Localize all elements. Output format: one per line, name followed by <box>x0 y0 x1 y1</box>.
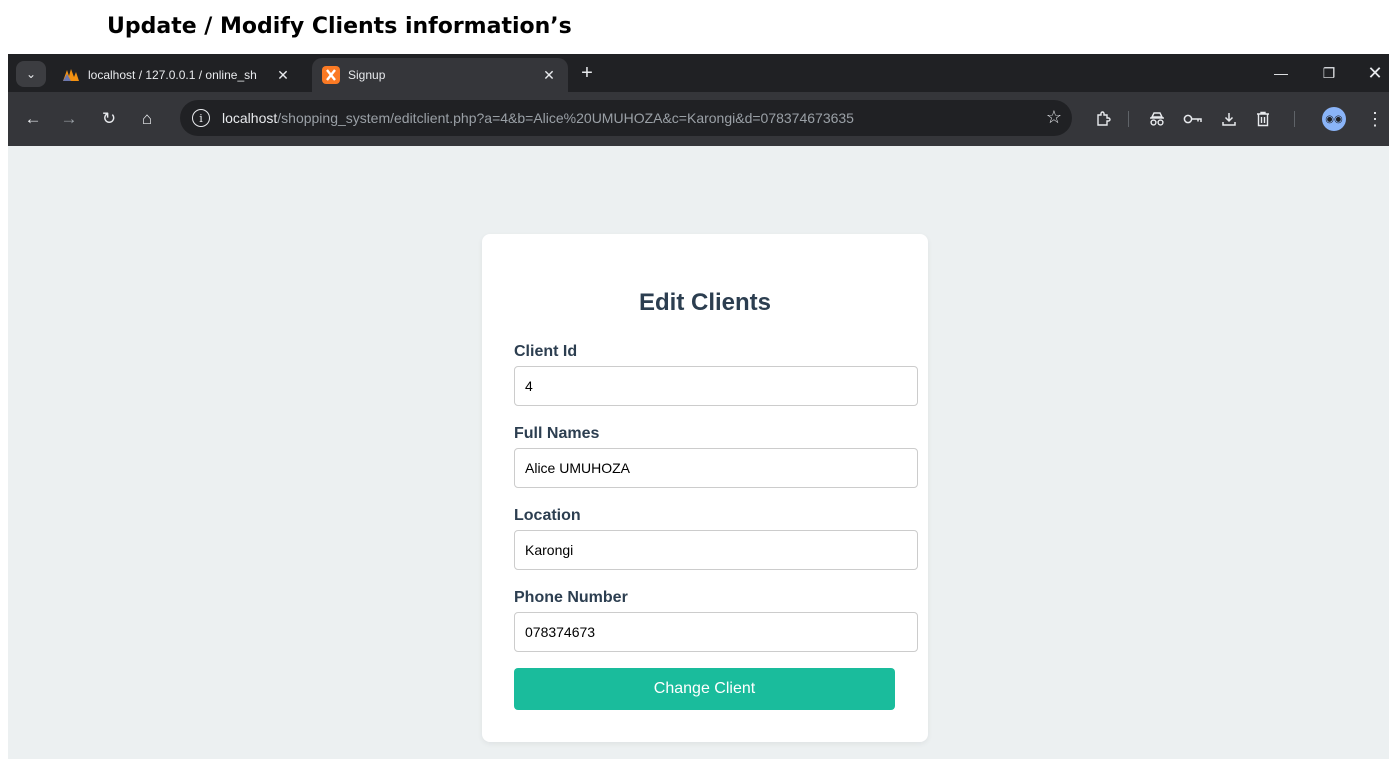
window-close-icon[interactable]: ✕ <box>1360 60 1389 86</box>
info-icon[interactable]: i <box>192 109 210 127</box>
home-icon[interactable]: ⌂ <box>134 106 160 132</box>
avatar-icon[interactable]: ◉◉ <box>1322 107 1346 131</box>
url-path: /shopping_system/editclient.php?a=4&b=Al… <box>277 110 854 126</box>
toolbar-divider <box>1128 111 1129 127</box>
xampp-icon <box>322 66 340 84</box>
form-title: Edit Clients <box>638 289 771 316</box>
toolbar-divider <box>1294 111 1295 127</box>
document-heading: Update / Modify Clients information’s <box>107 14 572 39</box>
phone-number-input[interactable] <box>514 612 918 652</box>
url-host: localhost <box>222 110 278 126</box>
edit-client-card: Edit Clients Client Id Full Names Locati… <box>482 234 928 742</box>
restore-icon[interactable]: ❐ <box>1314 60 1344 86</box>
location-input[interactable] <box>514 530 918 570</box>
star-icon[interactable]: ☆ <box>1046 107 1062 128</box>
minimize-icon[interactable]: — <box>1266 60 1296 86</box>
puzzle-icon[interactable] <box>1090 106 1116 132</box>
incognito-icon[interactable] <box>1144 106 1170 132</box>
url-text: localhost/shopping_system/editclient.php… <box>222 110 854 126</box>
forward-arrow-icon[interactable]: → <box>56 106 82 132</box>
client-id-input[interactable] <box>514 366 918 406</box>
kebab-menu-icon[interactable]: ⋮ <box>1362 106 1388 132</box>
tab-title: Signup <box>348 68 386 82</box>
plus-icon[interactable]: + <box>574 60 600 86</box>
full-names-label: Full Names <box>514 425 600 442</box>
address-bar[interactable]: i localhost/shopping_system/editclient.p… <box>180 100 1072 136</box>
close-icon[interactable]: ✕ <box>540 67 558 84</box>
phone-number-label: Phone Number <box>514 589 628 606</box>
tab-search-button[interactable]: ⌄ <box>16 61 46 87</box>
back-arrow-icon[interactable]: ← <box>20 106 46 132</box>
tab-title: localhost / 127.0.0.1 / online_sh <box>88 68 257 82</box>
key-icon[interactable] <box>1180 106 1206 132</box>
client-id-label: Client Id <box>514 343 578 360</box>
reload-icon[interactable]: ↻ <box>96 106 122 132</box>
tab-strip: ⌄ localhost / 127.0.0.1 / online_sh ✕ Si… <box>8 54 1389 92</box>
chevron-down-icon: ⌄ <box>25 67 37 81</box>
tab-phpmyadmin[interactable]: localhost / 127.0.0.1 / online_sh ✕ <box>52 58 302 92</box>
tab-signup[interactable]: Signup ✕ <box>312 58 568 92</box>
download-icon[interactable] <box>1216 106 1242 132</box>
close-icon[interactable]: ✕ <box>274 67 292 84</box>
trash-icon[interactable] <box>1250 106 1276 132</box>
phpmyadmin-icon <box>62 66 80 84</box>
full-names-input[interactable] <box>514 448 918 488</box>
location-label: Location <box>514 507 581 524</box>
browser-window: ⌄ localhost / 127.0.0.1 / online_sh ✕ Si… <box>8 54 1389 759</box>
change-client-button[interactable]: Change Client <box>514 668 895 710</box>
browser-toolbar: ← → ↻ ⌂ i localhost/shopping_system/edit… <box>8 92 1389 146</box>
